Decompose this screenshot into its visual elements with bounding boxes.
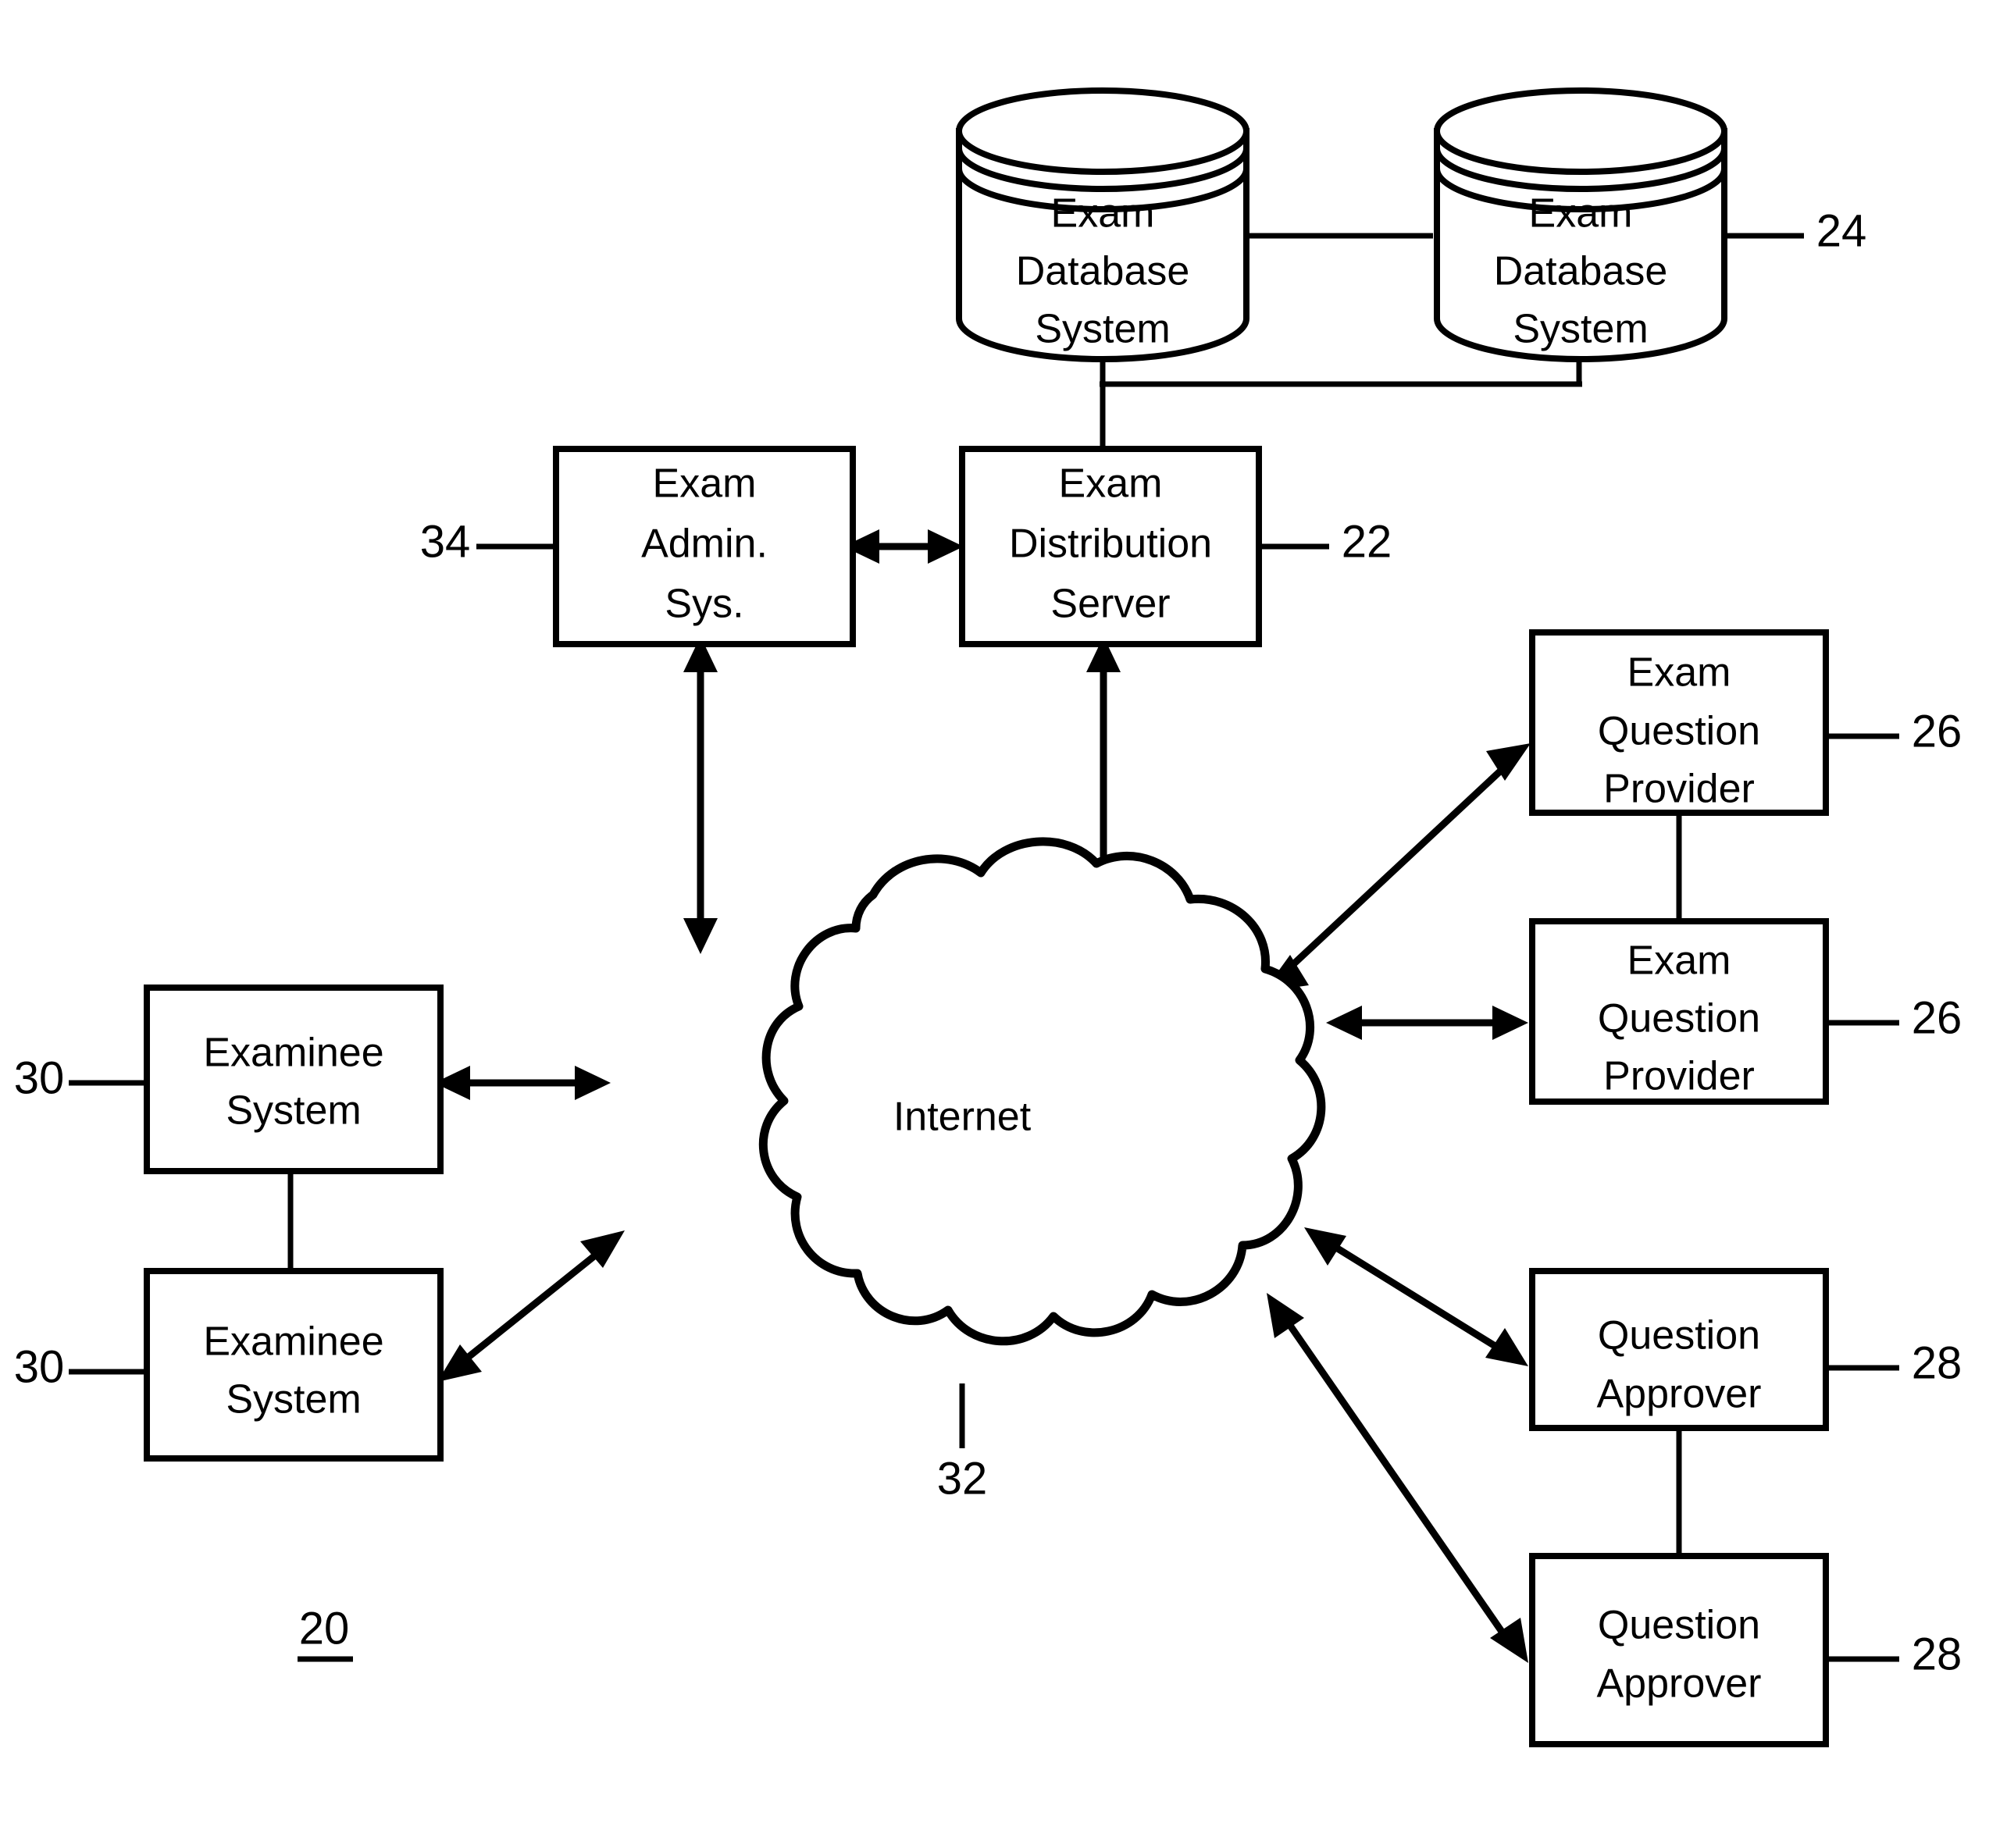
db-left-line-2: Database: [1016, 249, 1190, 294]
examinee-bottom-line-1: Examinee: [203, 1319, 383, 1365]
internet-label: Internet: [893, 1095, 1032, 1140]
exam-question-provider-bottom-node[interactable]: Exam Question Provider: [1529, 918, 1829, 1105]
examinee-system-top-node[interactable]: Examinee System: [144, 985, 444, 1174]
provider-bottom-line-3: Provider: [1603, 1054, 1755, 1099]
db-right-line-1: Exam: [1529, 191, 1633, 237]
exam-database-system-left[interactable]: Exam Database System: [956, 87, 1249, 362]
examinee-top-line-2: System: [226, 1088, 361, 1134]
approver-top-line-1: Question: [1598, 1313, 1760, 1358]
ref-numeral-32: 32: [937, 1453, 988, 1504]
exam-distribution-line-1: Exam: [1059, 461, 1163, 507]
examinee-top-line-1: Examinee: [203, 1031, 383, 1076]
arrow-head-toward-internet-right-bottom: [1267, 1293, 1304, 1338]
patent-figure: Internet Exam Database System Exam Datab…: [0, 0, 2007, 1848]
cylinder-right-top: [1434, 87, 1727, 175]
db-left-line-3: System: [1035, 307, 1170, 352]
ref-numeral-34: 34: [420, 516, 471, 567]
ref-numeral-26-bottom: 26: [1912, 992, 1962, 1043]
arrow-head-toward-internet-down-left: [683, 918, 718, 954]
approver-top-line-2: Approver: [1597, 1372, 1762, 1417]
diagram-canvas: Internet Exam Database System Exam Datab…: [14, 87, 1962, 1747]
provider-top-line-3: Provider: [1603, 767, 1755, 812]
exam-admin-line-1: Exam: [653, 461, 757, 507]
ref-numeral-28-bottom: 28: [1912, 1629, 1962, 1679]
arrow-examinee-bottom-internet-line: [451, 1240, 613, 1373]
question-approver-bottom-node[interactable]: Question Approver: [1529, 1553, 1829, 1747]
exam-distribution-line-2: Distribution: [1009, 522, 1212, 567]
exam-admin-sys-node[interactable]: Exam Admin. Sys.: [553, 446, 856, 647]
provider-top-line-1: Exam: [1627, 650, 1731, 696]
examinee-bottom-line-2: System: [226, 1377, 361, 1422]
exam-admin-line-2: Admin.: [641, 522, 768, 567]
ref-numeral-30-top: 30: [14, 1052, 65, 1103]
ref-numeral-26-top: 26: [1912, 706, 1962, 757]
arrow-head-toward-provider-bottom: [1492, 1006, 1528, 1040]
arrow-head-toward-internet-right-mid: [1326, 1006, 1362, 1040]
ref-numeral-24: 24: [1816, 205, 1867, 256]
arrow-internet-approver-bottom-line: [1275, 1306, 1516, 1650]
examinee-system-bottom-node[interactable]: Examinee System: [144, 1268, 444, 1462]
approver-bottom-line-1: Question: [1598, 1603, 1760, 1648]
arrow-internet-approver-top-line: [1317, 1234, 1515, 1360]
exam-distribution-server-node[interactable]: Exam Distribution Server: [959, 446, 1262, 647]
examinee-system-bottom-box: [144, 1268, 444, 1462]
ref-numeral-30-bottom: 30: [14, 1341, 65, 1392]
figure-number-label: 20: [299, 1603, 350, 1654]
ref-numeral-22: 22: [1342, 516, 1392, 567]
exam-distribution-line-3: Server: [1050, 582, 1170, 627]
arrow-head-toward-distribution: [928, 529, 964, 564]
arrow-head-toward-internet-left-upper: [575, 1066, 611, 1100]
arrow-internet-provider-top-line: [1276, 754, 1518, 981]
exam-database-system-right[interactable]: Exam Database System: [1434, 87, 1727, 362]
provider-bottom-line-2: Question: [1598, 996, 1760, 1042]
provider-bottom-line-1: Exam: [1627, 938, 1731, 984]
question-approver-bottom-box: [1529, 1553, 1829, 1747]
db-left-line-1: Exam: [1051, 191, 1155, 237]
approver-bottom-line-2: Approver: [1597, 1661, 1762, 1707]
examinee-system-top-box: [144, 985, 444, 1174]
db-right-line-2: Database: [1494, 249, 1668, 294]
ref-numeral-28-top: 28: [1912, 1337, 1962, 1388]
exam-admin-line-3: Sys.: [665, 582, 743, 627]
db-right-line-3: System: [1513, 307, 1648, 352]
cylinder-left-top: [956, 87, 1249, 175]
exam-question-provider-top-node[interactable]: Exam Question Provider: [1529, 629, 1829, 816]
question-approver-top-node[interactable]: Question Approver: [1529, 1268, 1829, 1431]
provider-top-line-2: Question: [1598, 709, 1760, 754]
internet-cloud: [758, 837, 1326, 1346]
